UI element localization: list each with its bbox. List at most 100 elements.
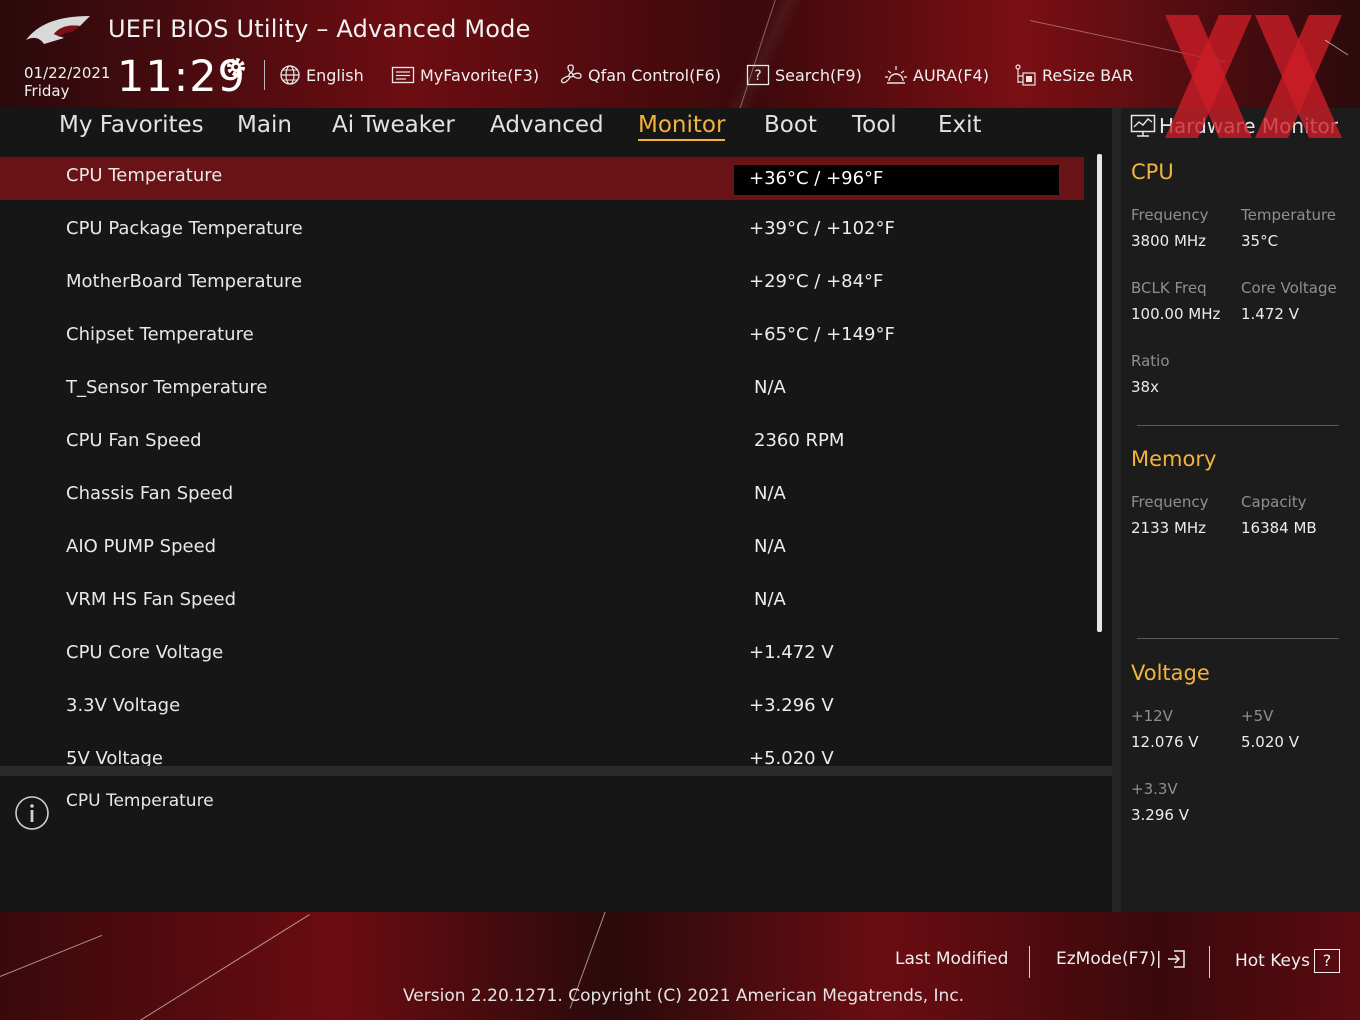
ratio-value: 38x — [1131, 378, 1159, 396]
decor-streak — [139, 914, 310, 1020]
tab-exit[interactable]: Exit — [938, 112, 982, 138]
setting-value: +39°C / +102°F — [749, 218, 895, 239]
memory-frequency-value: 2133 MHz — [1131, 519, 1207, 537]
language-button[interactable]: English — [279, 60, 364, 90]
header-separator — [264, 60, 265, 90]
setting-value: +36°C / +96°F — [749, 168, 884, 189]
setting-value: +1.472 V — [749, 642, 834, 663]
help-description-panel: CPU Temperature — [0, 776, 1112, 912]
ezmode-button[interactable]: EzMode(F7)| — [1056, 949, 1186, 969]
settings-scrollbar[interactable] — [1097, 154, 1102, 632]
core-voltage-value: 1.472 V — [1241, 305, 1299, 323]
setting-row-chassis-fan-speed[interactable]: Chassis Fan Speed N/A — [0, 475, 1084, 518]
header-bar: UEFI BIOS Utility – Advanced Mode 01/22/… — [0, 0, 1360, 108]
exit-arrow-icon — [1167, 950, 1185, 968]
globe-icon — [280, 65, 300, 85]
hw-divider — [1137, 425, 1339, 426]
question-key-icon: ? — [1313, 949, 1340, 973]
language-label: English — [306, 65, 364, 85]
myfavorite-button[interactable]: MyFavorite(F3) — [391, 60, 539, 90]
qfan-control-label: Qfan Control(F6) — [588, 65, 721, 85]
qfan-control-button[interactable]: Qfan Control(F6) — [559, 60, 721, 90]
setting-row-cpu-fan-speed[interactable]: CPU Fan Speed 2360 RPM — [0, 422, 1084, 465]
decor-streak — [0, 934, 103, 977]
footer-separator — [1029, 946, 1030, 978]
search-button[interactable]: ? Search(F9) — [746, 60, 862, 90]
help-text: CPU Temperature — [66, 791, 214, 811]
gear-icon[interactable] — [224, 55, 248, 79]
setting-label: T_Sensor Temperature — [66, 377, 268, 398]
setting-row-motherboard-temperature[interactable]: MotherBoard Temperature +29°C / +84°F — [0, 263, 1084, 306]
setting-label: Chassis Fan Speed — [66, 483, 234, 504]
setting-value: +29°C / +84°F — [749, 271, 884, 292]
monitor-screen-icon — [1130, 114, 1156, 137]
setting-label: MotherBoard Temperature — [66, 271, 303, 292]
setting-row-t-sensor-temperature[interactable]: T_Sensor Temperature N/A — [0, 369, 1084, 412]
setting-row-vrm-hs-fan-speed[interactable]: VRM HS Fan Speed N/A — [0, 581, 1084, 624]
resize-bar-button[interactable]: ReSize BAR — [1013, 60, 1133, 90]
main-tab-bar: My Favorites Main Ai Tweaker Advanced Mo… — [0, 108, 1112, 148]
cpu-temperature-label: Temperature — [1241, 206, 1337, 224]
decor-streak — [739, 0, 778, 108]
setting-value: N/A — [754, 589, 786, 610]
setting-row-cpu-package-temperature[interactable]: CPU Package Temperature +39°C / +102°F — [0, 210, 1084, 253]
footer-separator — [1209, 946, 1210, 978]
setting-row-5v-voltage[interactable]: 5V Voltage +5.020 V — [0, 740, 1084, 766]
tab-ai-tweaker[interactable]: Ai Tweaker — [332, 112, 455, 138]
setting-row-aio-pump-speed[interactable]: AIO PUMP Speed N/A — [0, 528, 1084, 571]
tab-tool[interactable]: Tool — [852, 112, 897, 138]
help-search-icon: ? — [746, 64, 770, 86]
v33-label: +3.3V — [1131, 780, 1178, 798]
svg-text:?: ? — [754, 68, 761, 84]
hot-keys-button[interactable]: Hot Keys ? — [1235, 949, 1340, 973]
setting-row-3v3-voltage[interactable]: 3.3V Voltage +3.296 V — [0, 687, 1084, 730]
cpu-frequency-label: Frequency — [1131, 206, 1209, 224]
hardware-monitor-title: Hardware Monitor — [1159, 114, 1338, 138]
rog-logo-icon — [26, 16, 90, 44]
hardware-monitor-panel: Hardware Monitor CPU Frequency Temperatu… — [1121, 108, 1360, 912]
ezmode-label: EzMode(F7)| — [1056, 949, 1162, 969]
memory-frequency-label: Frequency — [1131, 493, 1209, 511]
ratio-label: Ratio — [1131, 352, 1170, 370]
bclk-freq-label: BCLK Freq — [1131, 279, 1207, 297]
setting-label: 3.3V Voltage — [66, 695, 181, 716]
resize-bar-icon — [1015, 64, 1036, 86]
last-modified-button[interactable]: Last Modified — [895, 949, 1008, 969]
setting-value: +5.020 V — [749, 748, 834, 766]
cpu-frequency-value: 3800 MHz — [1131, 232, 1207, 250]
setting-label: VRM HS Fan Speed — [66, 589, 237, 610]
setting-row-cpu-core-voltage[interactable]: CPU Core Voltage +1.472 V — [0, 634, 1084, 677]
date-display: 01/22/2021 — [24, 64, 111, 82]
setting-value: N/A — [754, 536, 786, 557]
version-copyright: Version 2.20.1271. Copyright (C) 2021 Am… — [403, 986, 965, 1006]
tab-boot[interactable]: Boot — [764, 112, 817, 138]
myfavorite-label: MyFavorite(F3) — [420, 65, 540, 85]
setting-value: +65°C / +149°F — [749, 324, 895, 345]
decor-streak — [1029, 20, 1226, 63]
search-label: Search(F9) — [775, 65, 862, 85]
v12-label: +12V — [1131, 707, 1173, 725]
setting-label: CPU Package Temperature — [66, 218, 303, 239]
setting-label: CPU Fan Speed — [66, 430, 202, 451]
v5-label: +5V — [1241, 707, 1274, 725]
day-display: Friday — [24, 82, 70, 100]
panel-divider — [0, 766, 1112, 776]
setting-row-cpu-temperature[interactable]: CPU Temperature +36°C / +96°F — [0, 157, 1084, 200]
setting-row-chipset-temperature[interactable]: Chipset Temperature +65°C / +149°F — [0, 316, 1084, 359]
tab-main[interactable]: Main — [237, 112, 292, 138]
tab-my-favorites[interactable]: My Favorites — [59, 112, 204, 138]
fan-icon — [560, 64, 582, 84]
resize-bar-label: ReSize BAR — [1042, 65, 1134, 85]
setting-value: +3.296 V — [749, 695, 834, 716]
info-icon — [15, 796, 49, 830]
v5-value: 5.020 V — [1241, 733, 1299, 751]
tab-monitor[interactable]: Monitor — [638, 112, 726, 141]
setting-label: 5V Voltage — [66, 748, 164, 766]
setting-label: CPU Temperature — [66, 165, 223, 186]
hw-divider — [1137, 638, 1339, 639]
aura-button[interactable]: AURA(F4) — [884, 60, 989, 90]
tab-advanced[interactable]: Advanced — [490, 112, 604, 138]
monitor-settings-list: CPU Temperature +36°C / +96°F CPU Packag… — [0, 148, 1112, 766]
v12-value: 12.076 V — [1131, 733, 1199, 751]
aura-light-icon — [885, 66, 907, 84]
